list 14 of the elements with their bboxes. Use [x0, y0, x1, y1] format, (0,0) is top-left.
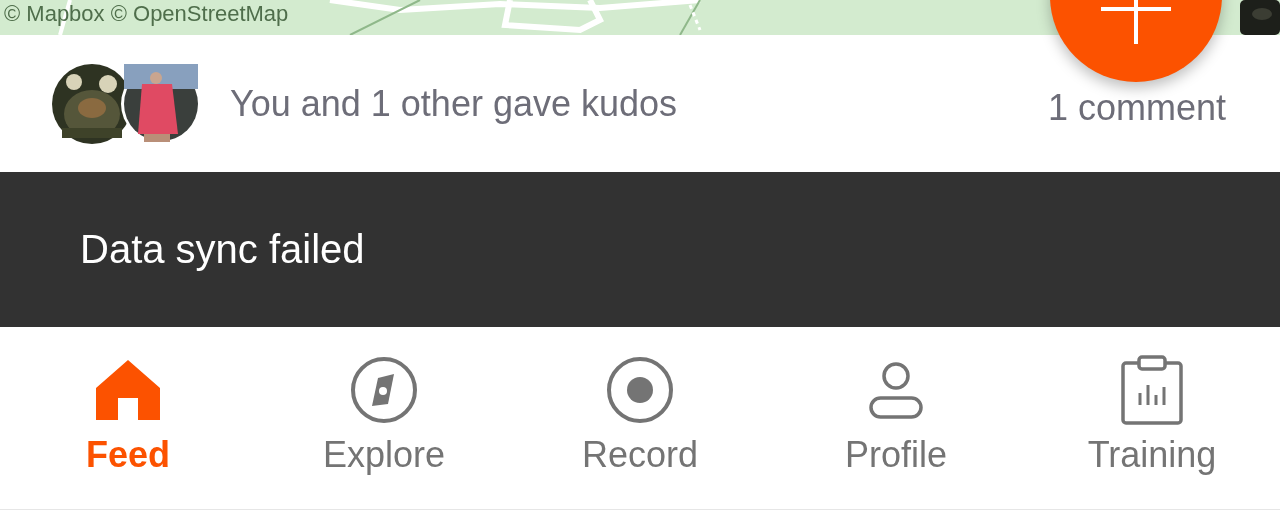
snackbar-message: Data sync failed — [80, 227, 365, 272]
person-icon — [868, 360, 924, 420]
home-icon — [94, 358, 162, 422]
nav-tab[interactable]: Feed — [0, 327, 256, 509]
map-attribution: © Mapbox © OpenStreetMap — [4, 1, 289, 27]
record-icon — [606, 356, 674, 424]
kudos-text[interactable]: You and 1 other gave kudos — [230, 82, 678, 125]
nav-tab[interactable]: Record — [512, 327, 768, 509]
nav-tab[interactable]: Training — [1024, 327, 1280, 509]
compass-icon — [350, 356, 418, 424]
clipboard-icon — [1121, 355, 1183, 425]
comment-count[interactable]: 1 comment — [1047, 86, 1226, 129]
nav-tab[interactable]: Explore — [256, 327, 512, 509]
nav-tab[interactable]: Profile — [768, 327, 1024, 509]
